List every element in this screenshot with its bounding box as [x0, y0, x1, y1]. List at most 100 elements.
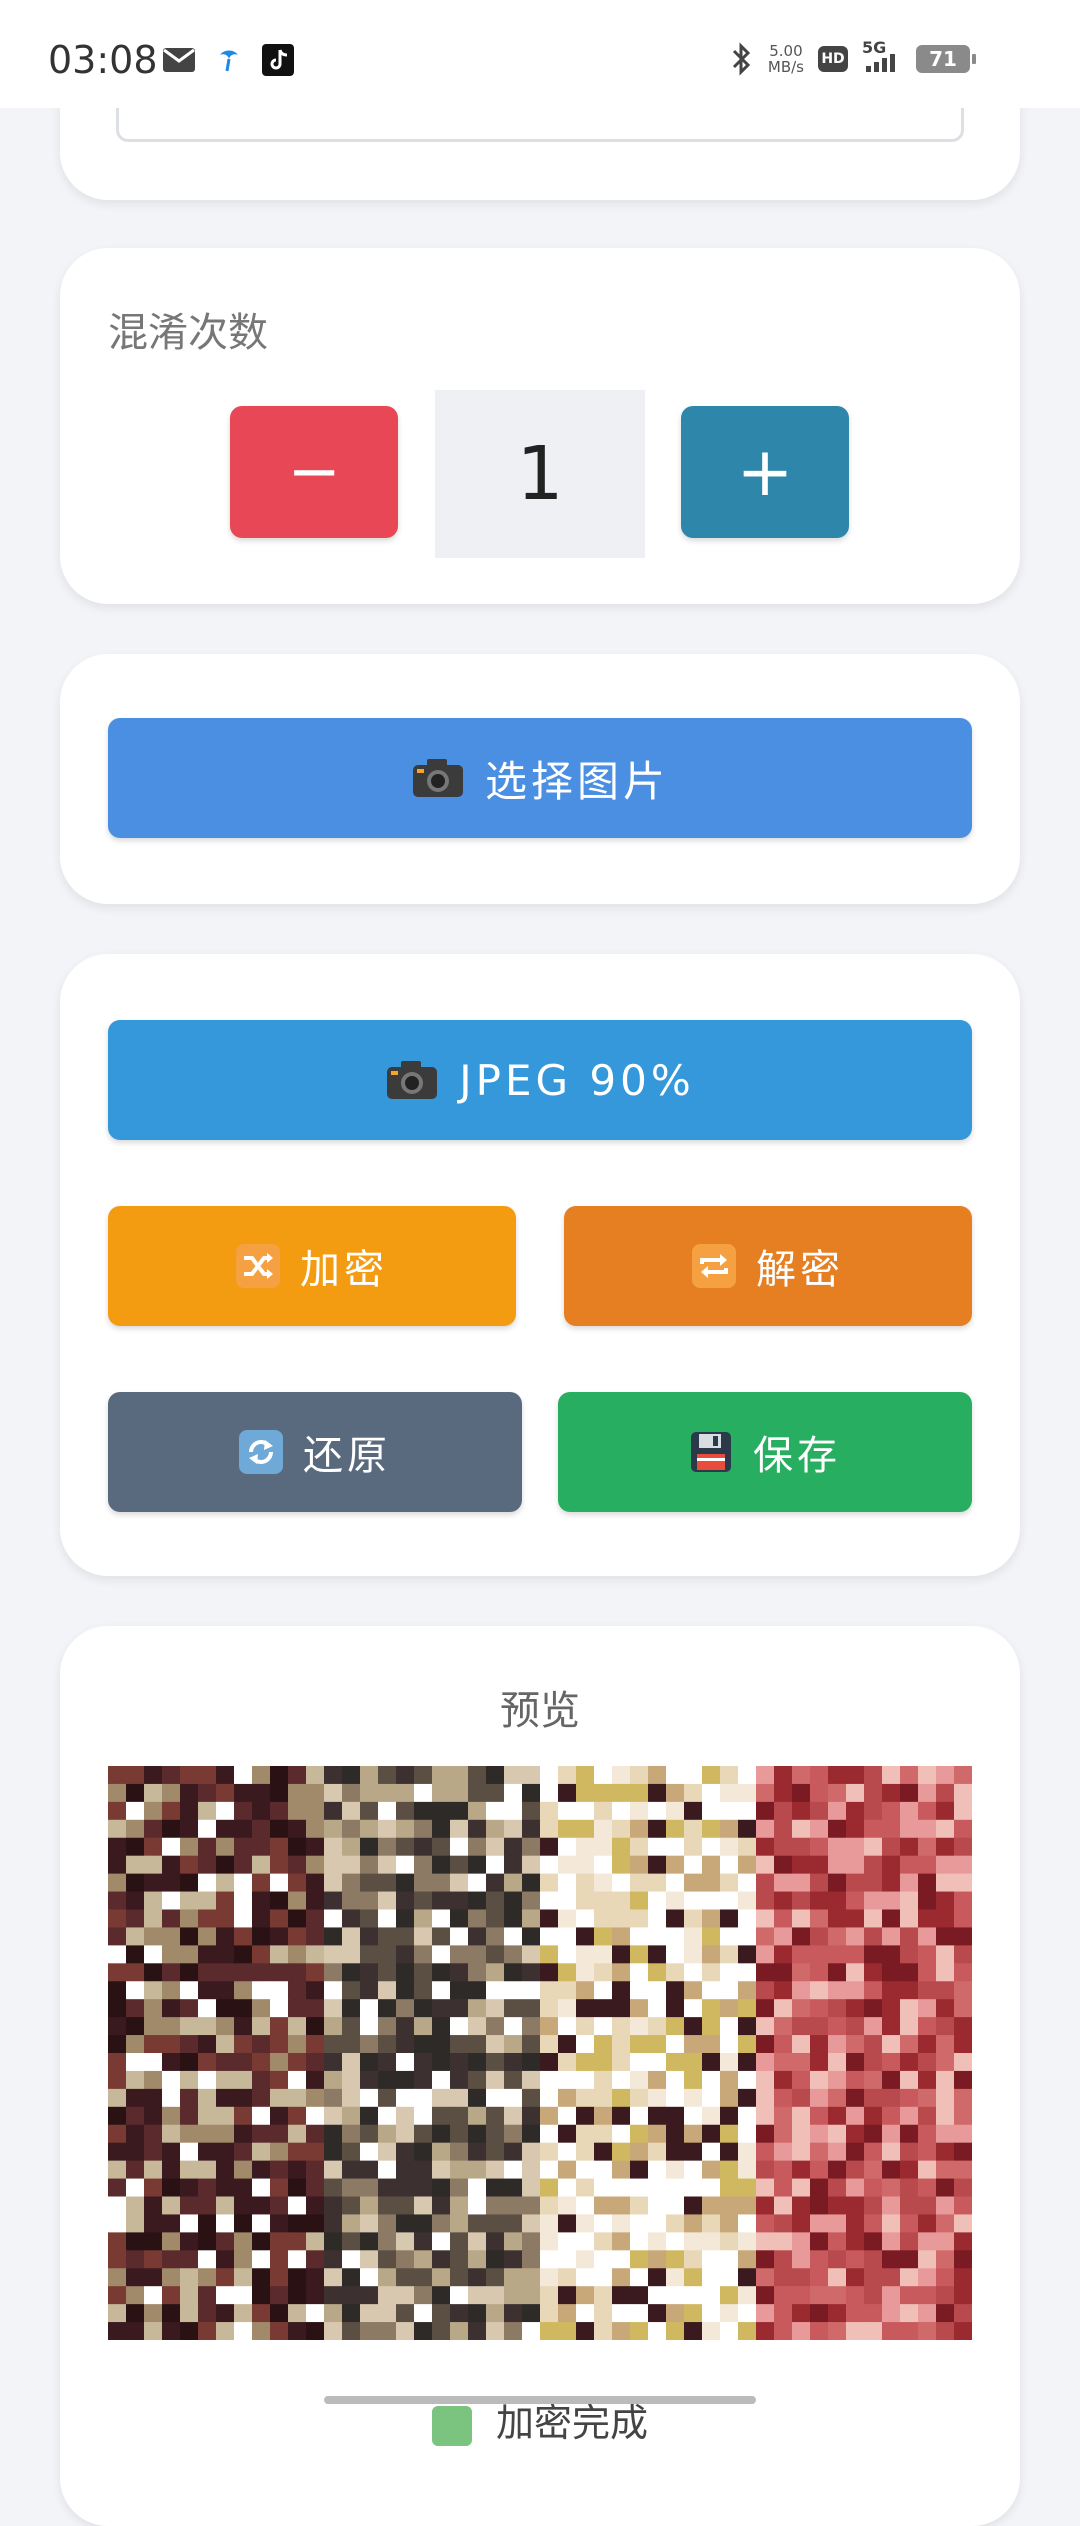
mosaic-cell — [342, 2196, 361, 2215]
mosaic-cell — [864, 2250, 883, 2269]
mosaic-cell — [162, 1819, 181, 1839]
mosaic-cell — [288, 2196, 307, 2215]
mosaic-cell — [198, 1927, 217, 1946]
increment-button[interactable]: + — [681, 406, 849, 538]
mosaic-cell — [612, 2250, 631, 2269]
mosaic-cell — [234, 1819, 253, 1839]
mosaic-cell — [270, 2070, 289, 2090]
mosaic-cell — [900, 1981, 919, 2000]
mosaic-cell — [378, 1801, 397, 1821]
mosaic-cell — [504, 2142, 523, 2162]
mosaic-cell — [198, 2106, 217, 2126]
app-icon — [216, 47, 242, 73]
mosaic-cell — [396, 1855, 415, 1875]
mosaic-cell — [756, 1891, 775, 1910]
mosaic-cell — [612, 2322, 631, 2340]
refresh-icon — [239, 1430, 283, 1474]
mosaic-cell — [522, 2322, 541, 2340]
select-image-button[interactable]: 选择图片 — [108, 718, 972, 838]
mosaic-cell — [756, 1963, 775, 1982]
mosaic-cell — [828, 2070, 847, 2090]
mosaic-cell — [522, 1801, 541, 1821]
home-indicator[interactable] — [324, 2396, 756, 2404]
mosaic-cell — [468, 2035, 487, 2054]
obfuscation-count[interactable]: 1 — [435, 390, 645, 558]
mosaic-cell — [288, 1819, 307, 1839]
mosaic-cell — [360, 1891, 379, 1910]
save-button[interactable]: 保存 — [558, 1392, 972, 1512]
mosaic-cell — [450, 1981, 469, 2000]
mosaic-cell — [360, 1801, 379, 1821]
mosaic-cell — [162, 2250, 181, 2269]
mosaic-cell — [630, 2196, 649, 2215]
mosaic-cell — [126, 1927, 145, 1946]
mosaic-cell — [936, 2088, 955, 2108]
mosaic-cell — [648, 1963, 667, 1982]
mosaic-cell — [486, 2017, 505, 2036]
mosaic-cell — [882, 2178, 901, 2197]
mosaic-cell — [378, 2322, 397, 2340]
mosaic-cell — [720, 2304, 739, 2323]
mosaic-cell — [738, 1855, 757, 1875]
mosaic-cell — [486, 2142, 505, 2162]
mosaic-cell — [306, 1981, 325, 2000]
mosaic-cell — [756, 2142, 775, 2162]
mosaic-cell — [954, 2053, 972, 2072]
mosaic-cell — [468, 1873, 487, 1893]
mosaic-cell — [792, 2304, 811, 2323]
mosaic-cell — [738, 2142, 757, 2162]
mosaic-cell — [882, 2088, 901, 2108]
mosaic-cell — [432, 1945, 451, 1964]
mosaic-cell — [576, 2196, 595, 2215]
mosaic-cell — [846, 2232, 865, 2251]
mosaic-cell — [432, 2160, 451, 2180]
mosaic-cell — [774, 2196, 793, 2215]
mosaic-cell — [702, 2160, 721, 2180]
mosaic-cell — [180, 2232, 199, 2251]
decrement-button[interactable]: − — [230, 406, 398, 538]
mosaic-cell — [864, 1963, 883, 1982]
mosaic-cell — [684, 1999, 703, 2018]
mosaic-cell — [180, 2106, 199, 2126]
mosaic-cell — [594, 1963, 613, 1982]
mosaic-cell — [918, 1945, 937, 1964]
mosaic-cell — [234, 2070, 253, 2090]
restore-button[interactable]: 还原 — [108, 1392, 522, 1512]
mosaic-cell — [594, 2035, 613, 2054]
mosaic-cell — [396, 1801, 415, 1821]
mosaic-cell — [558, 2304, 577, 2323]
mosaic-cell — [522, 2304, 541, 2323]
mosaic-cell — [702, 2070, 721, 2090]
mosaic-cell — [108, 2286, 127, 2305]
mosaic-cell — [558, 2070, 577, 2090]
mosaic-cell — [306, 1783, 325, 1803]
mosaic-cell — [360, 2053, 379, 2072]
mosaic-cell — [756, 1837, 775, 1857]
mosaic-cell — [630, 2268, 649, 2287]
mosaic-cell — [612, 2142, 631, 2162]
jpeg-quality-button[interactable]: JPEG 90% — [108, 1020, 972, 1140]
mosaic-cell — [612, 1766, 631, 1785]
mosaic-cell — [234, 1873, 253, 1893]
mosaic-cell — [306, 1999, 325, 2018]
mosaic-cell — [720, 1837, 739, 1857]
mosaic-cell — [288, 2178, 307, 2197]
mosaic-cell — [396, 2142, 415, 2162]
mosaic-cell — [378, 2214, 397, 2233]
mosaic-cell — [918, 2304, 937, 2323]
mosaic-cell — [198, 2250, 217, 2269]
mosaic-cell — [540, 2214, 559, 2233]
save-label: 保存 — [753, 1433, 841, 1479]
mosaic-cell — [648, 2286, 667, 2305]
mosaic-cell — [162, 1766, 181, 1785]
mosaic-cell — [234, 2035, 253, 2054]
mosaic-cell — [252, 1855, 271, 1875]
mosaic-cell — [684, 1981, 703, 2000]
mosaic-cell — [954, 2017, 972, 2036]
encrypt-button[interactable]: 加密 — [108, 1206, 516, 1326]
mosaic-cell — [270, 1999, 289, 2018]
mosaic-cell — [666, 1855, 685, 1875]
decrypt-button[interactable]: 解密 — [564, 1206, 972, 1326]
mosaic-cell — [900, 2232, 919, 2251]
mosaic-cell — [810, 2017, 829, 2036]
